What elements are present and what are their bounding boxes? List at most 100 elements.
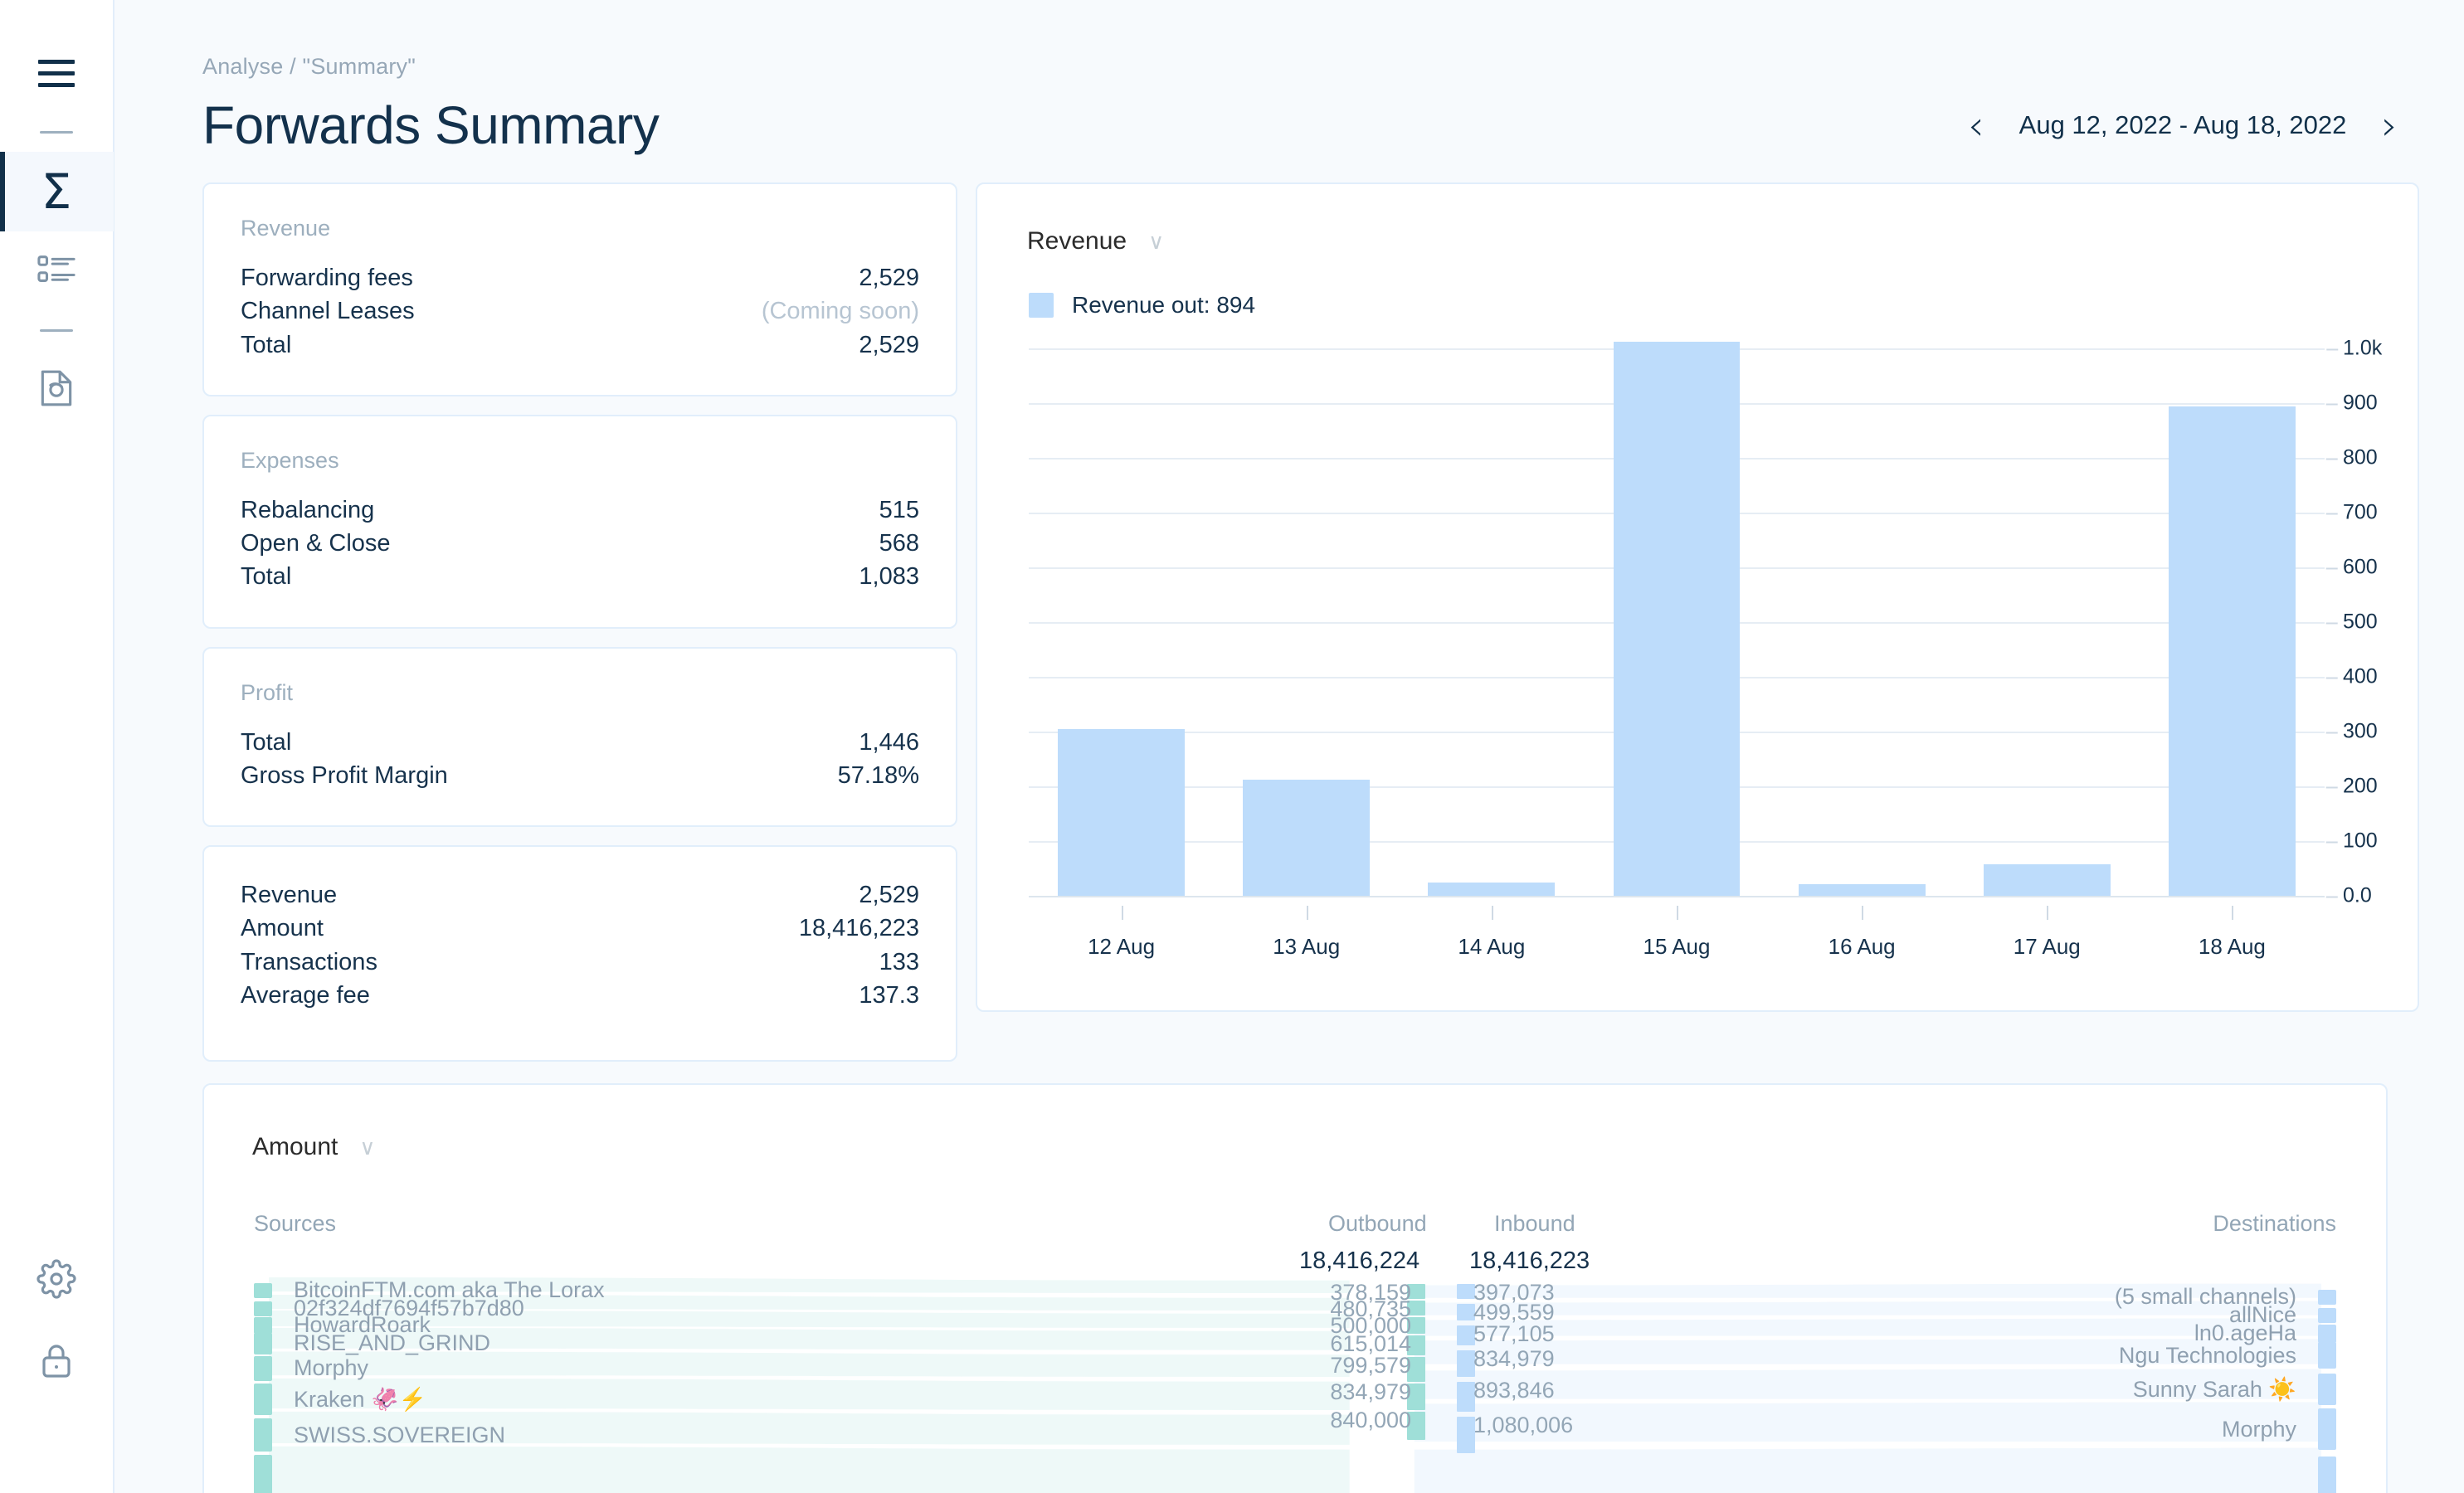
sankey-source-node[interactable] [254, 1384, 272, 1415]
x-axis-tick-label: 18 Aug [2199, 934, 2266, 959]
sankey-source-node[interactable] [254, 1455, 272, 1493]
chart-plot-area: 0.01002003004005006007008009001.0k 12 Au… [977, 348, 2418, 929]
prev-period-button[interactable]: ‹ [1968, 105, 1984, 146]
sankey-destination-node[interactable] [2318, 1342, 2336, 1369]
y-axis-tick: 100 [2343, 829, 2378, 853]
app-root: Σ [0, 0, 2464, 1493]
stat-row: Gross Profit Margin 57.18% [241, 759, 919, 792]
sankey-destination-item[interactable]: Sunny Sarah ☀️ [2133, 1374, 2336, 1405]
sankey-source-item[interactable]: RISE_AND_GRIND [254, 1330, 490, 1356]
sankey-inbound-node[interactable] [1457, 1382, 1475, 1412]
bar[interactable] [2169, 406, 2296, 896]
sankey-destination-item[interactable]: 02f324df7694f57b7d80 [2066, 1457, 2336, 1493]
sidebar-item-summary[interactable]: Σ [0, 152, 114, 231]
next-period-button[interactable]: › [2381, 105, 2398, 146]
bar[interactable] [1984, 864, 2111, 896]
chart-metric-select[interactable]: Revenue ∨ [977, 212, 2418, 255]
stat-row: Rebalancing 515 [241, 494, 919, 527]
sankey-source-label: SWISS.SOVEREIGN [294, 1422, 505, 1448]
page-title: Forwards Summary [202, 95, 659, 156]
sidebar-divider-2 [40, 329, 73, 332]
sankey-destination-label: Ngu Technologies [2119, 1343, 2296, 1369]
stat-label: Average fee [241, 980, 370, 1011]
stat-label: Revenue [241, 879, 337, 911]
y-axis-tick: 700 [2343, 501, 2378, 525]
sankey-destination-node[interactable] [2318, 1374, 2336, 1405]
sankey-inbound-node[interactable] [1457, 1304, 1475, 1320]
stat-value: 2,529 [859, 879, 919, 911]
sankey-col-inbound: Inbound [1494, 1211, 1575, 1237]
sidebar-item-list[interactable] [0, 231, 114, 311]
stat-value: 515 [879, 494, 919, 526]
bar[interactable] [1614, 342, 1741, 896]
sankey-destination-label: Morphy [2222, 1417, 2296, 1442]
gear-icon [37, 1288, 76, 1302]
sankey-inbound-node[interactable] [1457, 1284, 1475, 1299]
chevron-down-icon: ∨ [1148, 231, 1164, 252]
x-axis-tick: 13 Aug [1214, 906, 1399, 960]
sigma-icon: Σ [41, 168, 72, 216]
sankey-destination-node[interactable] [2318, 1325, 2336, 1343]
stat-row: Amount 18,416,223 [241, 912, 919, 945]
date-range-label[interactable]: Aug 12, 2022 - Aug 18, 2022 [2019, 110, 2347, 140]
sidebar-item-reports[interactable] [0, 350, 114, 430]
sankey-inbound-node[interactable] [1457, 1325, 1475, 1345]
profit-card: Profit Total 1,446 Gross Profit Margin 5… [202, 647, 957, 828]
sankey-outbound-value: 834,979 [1283, 1379, 1411, 1405]
stat-row: Total 1,083 [241, 560, 919, 593]
sankey-column-headers: Sources Outbound Inbound Destinations 18… [204, 1211, 2386, 1249]
sankey-destination-item[interactable]: Ngu Technologies [2119, 1342, 2336, 1369]
sankey-source-item[interactable]: Morphy [254, 1355, 368, 1381]
stat-row: Total 2,529 [241, 328, 919, 362]
sankey-source-item[interactable]: Ngu Technologies [254, 1455, 471, 1493]
sidebar-divider-1 [40, 131, 73, 134]
sankey-destination-label: Sunny Sarah ☀️ [2133, 1376, 2296, 1403]
sankey-source-node[interactable] [254, 1356, 272, 1381]
chart-plot: 0.01002003004005006007008009001.0k [1029, 348, 2325, 896]
sankey-source-node[interactable] [254, 1418, 272, 1452]
stat-label: Amount [241, 912, 324, 944]
sankey-metric-select[interactable]: Amount ∨ [204, 1118, 2386, 1161]
stat-value: 133 [879, 946, 919, 978]
bar[interactable] [1243, 780, 1370, 896]
bar[interactable] [1799, 884, 1926, 896]
bar-slot [1399, 348, 1584, 896]
chart-metric-value: Revenue [1027, 227, 1127, 255]
stat-value: 2,529 [859, 329, 919, 361]
sankey-col-outbound: Outbound [1328, 1211, 1427, 1237]
sankey-source-item[interactable]: SWISS.SOVEREIGN [254, 1418, 505, 1452]
sankey-inbound-node[interactable] [1457, 1350, 1475, 1377]
sidebar-bottom-group [37, 1259, 76, 1493]
legend-label-revenue-out: Revenue out: 894 [1072, 292, 1255, 319]
sidebar-item-settings[interactable] [37, 1259, 76, 1303]
sidebar-item-lock[interactable] [38, 1341, 75, 1385]
sankey-destination-node[interactable] [2318, 1408, 2336, 1450]
sankey-col-destinations: Destinations [2213, 1211, 2336, 1237]
sankey-source-node[interactable] [254, 1333, 272, 1354]
stat-value: 1,446 [859, 727, 919, 758]
list-icon [37, 253, 75, 290]
stat-label: Transactions [241, 946, 377, 978]
stat-label: Open & Close [241, 528, 391, 559]
sankey-inbound-node[interactable] [1457, 1417, 1475, 1453]
stat-label: Channel Leases [241, 295, 415, 327]
sankey-col-sources: Sources [254, 1211, 336, 1237]
sankey-inbound-value: 893,846 [1473, 1378, 1614, 1403]
stat-row: Transactions 133 [241, 946, 919, 979]
main-content: Analyse / "Summary" Forwards Summary ‹ A… [114, 0, 2464, 1493]
totals-card: Revenue 2,529 Amount 18,416,223 Transact… [202, 845, 957, 1062]
sankey-source-item[interactable]: Kraken 🦑⚡ [254, 1384, 426, 1415]
sankey-destination-item[interactable]: Morphy [2222, 1408, 2336, 1450]
x-axis-tick: 17 Aug [1955, 906, 2140, 960]
sankey-destination-node[interactable] [2318, 1457, 2336, 1493]
stat-value: (Coming soon) [762, 295, 919, 327]
bar-slot [1584, 348, 1769, 896]
y-axis-tick: 500 [2343, 610, 2378, 635]
x-axis-tick-label: 15 Aug [1643, 934, 1711, 959]
bar[interactable] [1058, 729, 1185, 896]
date-range-navigator: ‹ Aug 12, 2022 - Aug 18, 2022 › [1968, 105, 2398, 146]
sidebar-item-menu-toggle[interactable] [0, 33, 114, 113]
bar[interactable] [1428, 883, 1555, 897]
x-axis-tick-label: 12 Aug [1088, 934, 1155, 959]
y-axis-tick: 600 [2343, 556, 2378, 580]
